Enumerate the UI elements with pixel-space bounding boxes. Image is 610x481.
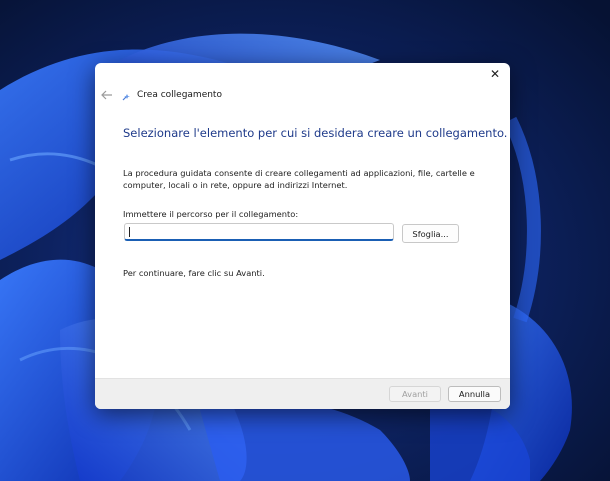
wizard-heading: Selezionare l'elemento per cui si deside… — [123, 126, 508, 140]
back-button[interactable] — [100, 88, 114, 102]
create-shortcut-dialog: ✕ Crea collegamento Selezionare l'elemen… — [95, 63, 510, 409]
close-button[interactable]: ✕ — [480, 63, 510, 85]
path-field-label: Immettere il percorso per il collegament… — [123, 209, 299, 219]
text-caret — [129, 227, 130, 237]
shortcut-wizard-icon — [122, 94, 130, 101]
next-button[interactable]: Avanti — [389, 386, 441, 402]
path-input[interactable] — [124, 223, 394, 241]
cancel-button[interactable]: Annulla — [448, 386, 501, 402]
continue-hint: Per continuare, fare clic su Avanti. — [123, 268, 265, 278]
browse-button[interactable]: Sfoglia... — [402, 224, 459, 243]
dialog-footer: Avanti Annulla — [95, 378, 510, 409]
dialog-title: Crea collegamento — [137, 90, 222, 100]
close-icon: ✕ — [489, 67, 501, 81]
arrow-left-icon — [101, 90, 112, 100]
wizard-description: La procedura guidata consente di creare … — [123, 168, 475, 190]
